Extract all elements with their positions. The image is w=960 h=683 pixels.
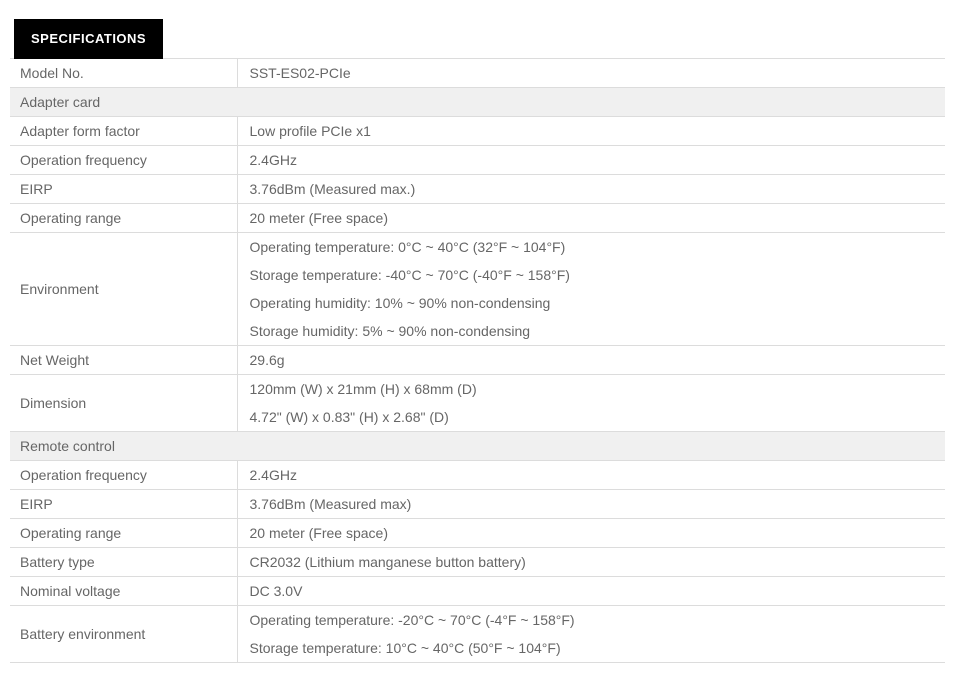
spec-label: Battery environment xyxy=(10,605,238,663)
spec-row: Operation frequency 2.4GHz xyxy=(10,460,945,490)
spec-value-line: 20 meter (Free space) xyxy=(249,210,389,226)
spec-row: Battery environment Operating temperature… xyxy=(10,605,945,663)
spec-label: Model No. xyxy=(10,58,238,88)
section-header-row: Remote control xyxy=(10,431,945,461)
specifications-table: Model No. SST-ES02-PCIe Adapter card Adapte… xyxy=(10,58,945,663)
spec-label: Environment xyxy=(10,232,238,346)
spec-value-line: 29.6g xyxy=(249,352,285,368)
spec-value: 29.6g xyxy=(237,345,945,375)
spec-value: 20 meter (Free space) xyxy=(237,203,945,233)
spec-value-line: 120mm (W) x 21mm (H) x 68mm (D) xyxy=(249,381,477,397)
specifications-tab-label: SPECIFICATIONS xyxy=(31,31,147,46)
spec-value-line: Low profile PCIe x1 xyxy=(249,123,371,139)
spec-label: Operating range xyxy=(10,518,238,548)
spec-value: 120mm (W) x 21mm (H) x 68mm (D) 4.72" (W)… xyxy=(237,374,945,432)
spec-value-line: SST-ES02-PCIe xyxy=(249,65,351,81)
spec-label: Nominal voltage xyxy=(10,576,238,606)
spec-label: EIRP xyxy=(10,489,238,519)
spec-value: Low profile PCIe x1 xyxy=(237,116,945,146)
spec-label: Net Weight xyxy=(10,345,238,375)
spec-value-line: 2.4GHz xyxy=(249,467,297,483)
spec-row: Dimension 120mm (W) x 21mm (H) x 68mm (D)… xyxy=(10,374,945,432)
spec-value: 3.76dBm (Measured max) xyxy=(237,489,945,519)
spec-label: Operating range xyxy=(10,203,238,233)
spec-value-line: 2.4GHz xyxy=(249,152,297,168)
spec-value: SST-ES02-PCIe xyxy=(237,58,945,88)
spec-value-line: CR2032 (Lithium manganese button battery… xyxy=(249,554,526,570)
spec-value-line: 3.76dBm (Measured max) xyxy=(249,496,412,512)
spec-row: Model No. SST-ES02-PCIe xyxy=(10,58,945,88)
section-title: Adapter card xyxy=(10,87,945,117)
spec-value: CR2032 (Lithium manganese button battery… xyxy=(237,547,945,577)
section-title: Remote control xyxy=(10,431,945,461)
spec-value-line: DC 3.0V xyxy=(249,583,303,599)
spec-value-line: Operating humidity: 10% ~ 90% non-conden… xyxy=(249,295,551,311)
spec-value-line: 3.76dBm (Measured max.) xyxy=(249,181,416,197)
spec-value: Operating temperature: -20°C ~ 70°C (-4°… xyxy=(237,605,945,663)
spec-row: Environment Operating temperature: 0°C ~ … xyxy=(10,232,945,346)
spec-row: Adapter form factor Low profile PCIe x1 xyxy=(10,116,945,146)
section-header-row: Adapter card xyxy=(10,87,945,117)
spec-value-line: Storage humidity: 5% ~ 90% non-condensin… xyxy=(249,323,531,339)
spec-label: Operation frequency xyxy=(10,460,238,490)
spec-value: DC 3.0V xyxy=(237,576,945,606)
spec-label: Adapter form factor xyxy=(10,116,238,146)
specifications-tab[interactable]: SPECIFICATIONS xyxy=(14,19,164,59)
spec-row: EIRP 3.76dBm (Measured max.) xyxy=(10,174,945,204)
specifications-page: SPECIFICATIONS Model No. SST-ES02-PCIe Ada… xyxy=(10,19,945,663)
spec-row: EIRP 3.76dBm (Measured max) xyxy=(10,489,945,519)
spec-row: Net Weight 29.6g xyxy=(10,345,945,375)
spec-value-line: Operating temperature: 0°C ~ 40°C (32°F … xyxy=(249,239,566,255)
spec-label: EIRP xyxy=(10,174,238,204)
spec-row: Operation frequency 2.4GHz xyxy=(10,145,945,175)
spec-value-line: Storage temperature: -40°C ~ 70°C (-40°F… xyxy=(249,267,570,283)
spec-value: 3.76dBm (Measured max.) xyxy=(237,174,945,204)
spec-value: 2.4GHz xyxy=(237,460,945,490)
spec-value-line: 4.72" (W) x 0.83" (H) x 2.68" (D) xyxy=(249,409,449,425)
spec-row: Operating range 20 meter (Free space) xyxy=(10,203,945,233)
spec-label: Battery type xyxy=(10,547,238,577)
spec-value-line: 20 meter (Free space) xyxy=(249,525,389,541)
spec-value-line: Storage temperature: 10°C ~ 40°C (50°F ~… xyxy=(249,640,561,656)
spec-value: 2.4GHz xyxy=(237,145,945,175)
spec-label: Dimension xyxy=(10,374,238,432)
spec-row: Nominal voltage DC 3.0V xyxy=(10,576,945,606)
spec-value: Operating temperature: 0°C ~ 40°C (32°F … xyxy=(237,232,945,346)
spec-label: Operation frequency xyxy=(10,145,238,175)
spec-row: Operating range 20 meter (Free space) xyxy=(10,518,945,548)
spec-value-line: Operating temperature: -20°C ~ 70°C (-4°… xyxy=(249,612,575,628)
spec-value: 20 meter (Free space) xyxy=(237,518,945,548)
spec-row: Battery type CR2032 (Lithium manganese bu… xyxy=(10,547,945,577)
